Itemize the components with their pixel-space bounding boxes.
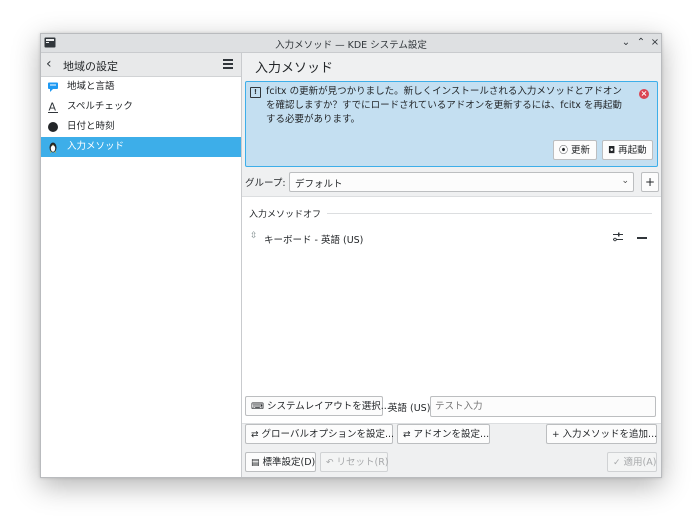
defaults-button[interactable]: ▤ 標準設定(D) [245, 452, 316, 472]
group-label: グループ: [245, 178, 286, 189]
apply-button[interactable]: ✓ 適用(A) [607, 452, 657, 472]
list-item[interactable]: ⇳ キーボード - 英語 (US) [242, 227, 661, 249]
keyboard-icon: ⌨ [251, 402, 264, 412]
update-button[interactable]: ⦿ 更新 [553, 140, 597, 160]
update-notice: ! fcitx の更新が見つかりました。新しくインストールされる入力メソッドとア… [245, 81, 658, 167]
update-icon: ⦿ [559, 146, 569, 156]
info-icon: ! [250, 87, 261, 98]
hamburger-menu-icon[interactable] [223, 59, 233, 71]
speech-bubble-icon [48, 82, 58, 92]
plus-icon: + [552, 430, 560, 440]
document-icon: ▤ [251, 458, 260, 468]
sidebar-title: 地域の設定 [63, 60, 118, 73]
close-window-icon[interactable]: × [648, 35, 661, 51]
global-options-button[interactable]: ⇄ グローバルオプションを設定... [245, 424, 394, 444]
test-input-field[interactable] [430, 396, 656, 417]
chevron-down-icon: ⌄ [621, 176, 629, 186]
page-title: 入力メソッド [255, 61, 334, 76]
sidebar-item-label: スペルチェック [67, 101, 133, 112]
sidebar-item-region-language[interactable]: 地域と言語 [41, 77, 241, 97]
penguin-icon [49, 142, 57, 153]
settings-sliders-icon: ⇄ [403, 430, 411, 440]
current-layout-label: 英語 (US) [388, 403, 431, 414]
restart-icon: ◘ [608, 146, 616, 156]
undo-icon: ↶ [326, 458, 334, 468]
sidebar-item-input-method[interactable]: 入力メソッド [41, 137, 241, 157]
sidebar-item-spellcheck[interactable]: A スペルチェック [41, 97, 241, 117]
maximize-icon[interactable]: ⌃ [634, 35, 648, 51]
spellcheck-icon: A [48, 101, 58, 113]
addons-button[interactable]: ⇄ アドオンを設定... [397, 424, 490, 444]
restart-button[interactable]: ◘ 再起動 [602, 140, 653, 160]
close-notice-icon[interactable]: × [639, 89, 649, 99]
reset-button[interactable]: ↶ リセット(R) [320, 452, 389, 472]
sidebar-item-date-time[interactable]: 日付と時刻 [41, 117, 241, 137]
select-system-layout-button[interactable]: ⌨ システムレイアウトを選択... [245, 396, 390, 416]
remove-icon[interactable] [637, 237, 647, 239]
notice-text: fcitx の更新が見つかりました。新しくインストールされる入力メソッドとアドオ… [266, 86, 622, 125]
checkmark-icon: ✓ [613, 458, 621, 468]
input-method-list: 入力メソッドオフ ⇳ キーボード - 英語 (US) [242, 196, 661, 424]
input-method-label: キーボード - 英語 (US) [264, 235, 364, 246]
minimize-icon[interactable]: ⌄ [619, 35, 633, 51]
svg-text:A: A [49, 101, 57, 113]
sidebar-header: ‹ 地域の設定 [41, 53, 241, 77]
sidebar-item-label: 入力メソッド [67, 141, 125, 152]
window-title: 入力メソッド — KDE システム設定 [275, 40, 427, 51]
sidebar-item-label: 日付と時刻 [67, 121, 115, 132]
add-group-button[interactable]: + [641, 172, 659, 192]
clock-icon [48, 122, 58, 132]
title-bar[interactable]: 入力メソッド — KDE システム設定 ⌄ ⌃ × [41, 34, 661, 53]
content-header: 入力メソッド [242, 53, 661, 76]
section-label: 入力メソッドオフ [249, 210, 322, 220]
sidebar-item-label: 地域と言語 [67, 81, 115, 92]
group-value: デフォルト [295, 179, 343, 190]
section-divider [327, 213, 652, 214]
group-row: グループ: デフォルト ⌄ + [245, 172, 659, 192]
back-arrow-icon[interactable]: ‹ [46, 56, 52, 72]
group-select[interactable]: デフォルト ⌄ [289, 172, 634, 192]
configure-icon[interactable] [612, 231, 624, 243]
settings-sliders-icon: ⇄ [251, 430, 259, 440]
sidebar: 地域と言語 A スペルチェック 日付と時刻 入力メソッド [41, 77, 241, 477]
drag-handle-icon[interactable]: ⇳ [250, 231, 258, 241]
add-input-method-button[interactable]: + 入力メソッドを追加... [546, 424, 657, 444]
settings-window: 入力メソッド — KDE システム設定 ⌄ ⌃ × ‹ 地域の設定 入力メソッド… [40, 33, 662, 478]
